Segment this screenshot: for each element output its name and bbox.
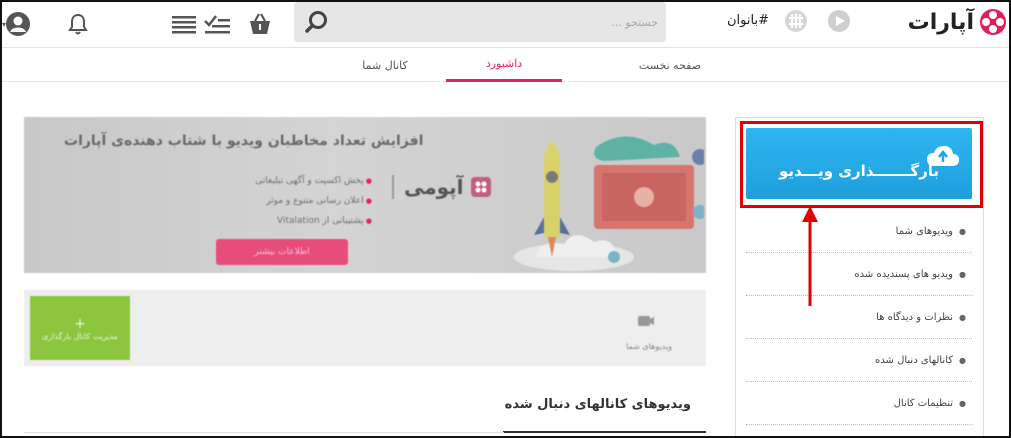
watch-later-button[interactable] (203, 10, 231, 38)
search-icon[interactable] (304, 9, 330, 35)
tag-icon[interactable] (783, 8, 809, 34)
hashtag-link[interactable]: #بانوان (727, 13, 769, 28)
dashboard-tabs: کانال شما داشبورد صفحه نخست (0, 48, 1011, 82)
banner-bullets: پخش اکسپت و آگهی تبلیغاتی اعلان رسانی مت… (202, 171, 372, 231)
sidebar-item-comments[interactable]: ● نظرات و دیدگاه ها (746, 296, 972, 339)
rocket-illustration-icon (514, 136, 704, 271)
promo-banner[interactable]: افزایش تعداد مخاطبان ویدیو با شتاب دهنده… (24, 117, 706, 273)
bullet-icon: ● (959, 269, 966, 279)
bullet-icon: ● (959, 312, 966, 322)
bullet-icon: ● (959, 355, 966, 365)
sidebar-item-followed-channels[interactable]: ● کانالهای دنبال شده (746, 339, 972, 382)
sidebar-item-liked-videos[interactable]: ● ویدیو های پسندیده شده (746, 253, 972, 296)
search-input[interactable] (358, 12, 658, 32)
tab-home[interactable]: صفحه نخست (620, 48, 720, 82)
sidebar-item-label: نظرات و دیدگاه ها (876, 311, 954, 323)
sidebar-item-label: تنظیمات کانال (893, 397, 954, 409)
bullet-icon: ● (959, 398, 966, 408)
sidebar-menu: ● ویدیوهای شما ● ویدیو های پسندیده شده ●… (746, 210, 972, 425)
banner-headline: افزایش تعداد مخاطبان ویدیو با شتاب دهنده… (64, 133, 424, 149)
sidebar-item-your-videos[interactable]: ● ویدیوهای شما (746, 210, 972, 253)
tab-dashboard[interactable]: داشبورد (446, 48, 562, 82)
brand-text: آپومی (404, 175, 464, 199)
empty-state-text: ویدیوهای شما (626, 342, 672, 351)
cart-button[interactable] (246, 10, 274, 38)
user-menu[interactable]: ▾ (2, 10, 32, 38)
sidebar-item-channel-settings[interactable]: ● تنظیمات کانال (746, 382, 972, 425)
camera-icon (638, 316, 654, 326)
user-icon (6, 12, 30, 36)
tab-your-channel[interactable]: کانال شما (340, 48, 430, 82)
logo-text: آپارات (907, 9, 974, 35)
logo-icon (980, 9, 1006, 35)
play-icon[interactable] (826, 8, 852, 34)
highlight-box (740, 121, 983, 208)
manage-channel-button[interactable]: + مدیریت کانال بارگذاری (30, 296, 130, 360)
banner-bullet: پشتیبانی از Vitalation (202, 211, 372, 231)
annotation-arrow-icon (802, 206, 818, 306)
banner-brand: آپومی (392, 175, 492, 199)
banner-bullet: پخش اکسپت و آگهی تبلیغاتی (202, 171, 372, 191)
section-divider (24, 432, 504, 433)
sidebar-item-label: ویدیوهای شما (895, 225, 954, 237)
playlist-button[interactable] (170, 10, 198, 38)
search-bar (294, 2, 666, 42)
check-list-icon (204, 15, 230, 34)
aparat-logo[interactable]: آپارات (896, 6, 1008, 38)
banner-bullet: اعلان رسانی متنوع و موثر (202, 191, 372, 211)
notifications-button[interactable] (64, 10, 92, 38)
bullet-icon: ● (959, 226, 966, 236)
basket-icon (250, 13, 270, 34)
top-bar: ▾ جستجو ... #بانوان آپارات (0, 0, 1011, 48)
plus-icon: + (74, 315, 86, 332)
sidebar-item-label: کانالهای دنبال شده (875, 354, 954, 366)
section-underline (503, 431, 706, 433)
sidebar-item-label: ویدیو های پسندیده شده (854, 268, 954, 280)
banner-cta-button[interactable]: اطلاعات بیشتر (216, 239, 348, 265)
chevron-down-icon: ▾ (2, 20, 7, 29)
list-icon (172, 16, 196, 34)
followed-channels-videos-heading: ویدیوهای کانالهای دنبال شده (504, 397, 691, 412)
brand-logo-icon (470, 177, 491, 197)
videos-empty-state: + مدیریت کانال بارگذاری ویدیوهای شما (24, 290, 706, 366)
manage-channel-label: مدیریت کانال بارگذاری (42, 331, 118, 341)
bell-icon (68, 13, 88, 35)
